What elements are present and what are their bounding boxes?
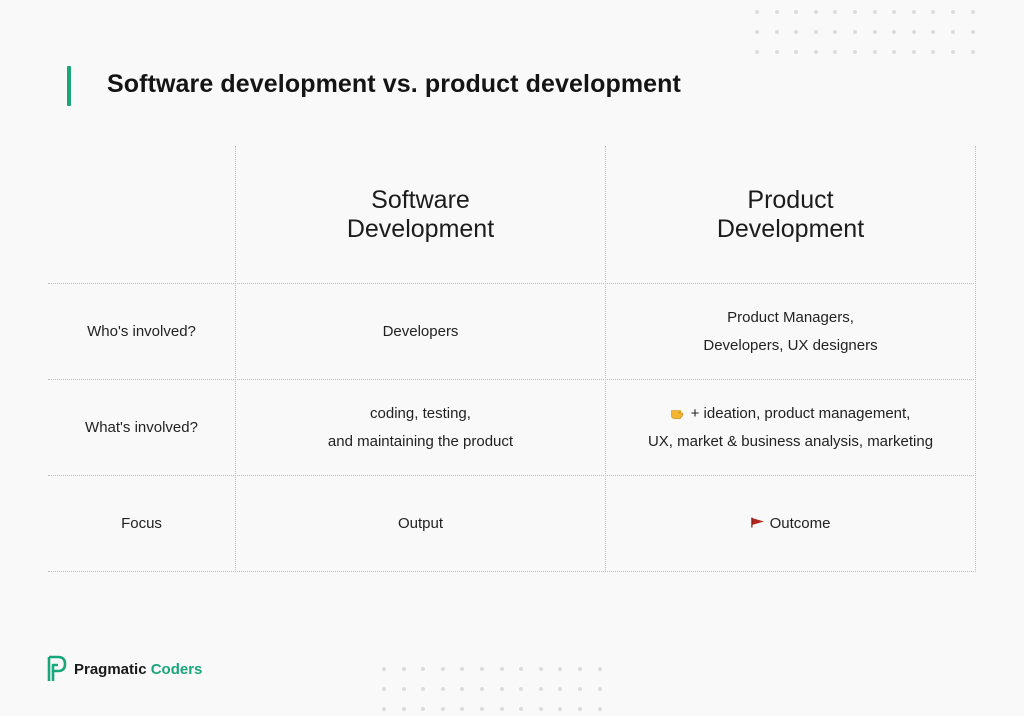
header-product-development: Product Development <box>606 146 975 283</box>
decorative-dot-grid-top <box>755 10 975 54</box>
header-product-line-2: Development <box>716 214 865 243</box>
header-software-line-1: Software <box>371 185 470 214</box>
page-title: Software development vs. product develop… <box>107 70 681 98</box>
decorative-dot-grid-bottom <box>382 667 602 711</box>
title-accent-bar <box>67 66 71 106</box>
cell-who-product: Product Managers, Developers, UX designe… <box>703 308 878 354</box>
header-product-line-1: Product <box>747 185 834 214</box>
pragmatic-coders-logo-icon <box>47 655 67 681</box>
brand-name-accent: Coders <box>150 660 203 678</box>
comparison-table: Software Development Product Development… <box>48 146 976 572</box>
pointing-hand-icon <box>670 409 683 419</box>
row-label-who: Who's involved? <box>87 322 196 340</box>
cell-who-software: Developers <box>382 322 459 340</box>
cell-what-product: + ideation, product management, UX, mark… <box>647 404 934 450</box>
cell-what-software: coding, testing, and maintaining the pro… <box>327 404 514 450</box>
row-label-focus: Focus <box>121 514 162 532</box>
brand-logo: Pragmatic Coders <box>46 655 202 683</box>
row-divider <box>48 571 976 572</box>
row-label-what: What's involved? <box>85 418 198 436</box>
column-divider <box>975 146 976 572</box>
red-flag-icon <box>750 517 764 527</box>
cell-focus-product: Outcome <box>606 476 975 571</box>
cell-focus-software: Output <box>397 514 444 532</box>
header-software-line-2: Development <box>346 214 495 243</box>
brand-name: Pragmatic Coders <box>74 660 203 678</box>
header-software-development: Software Development <box>236 146 605 283</box>
